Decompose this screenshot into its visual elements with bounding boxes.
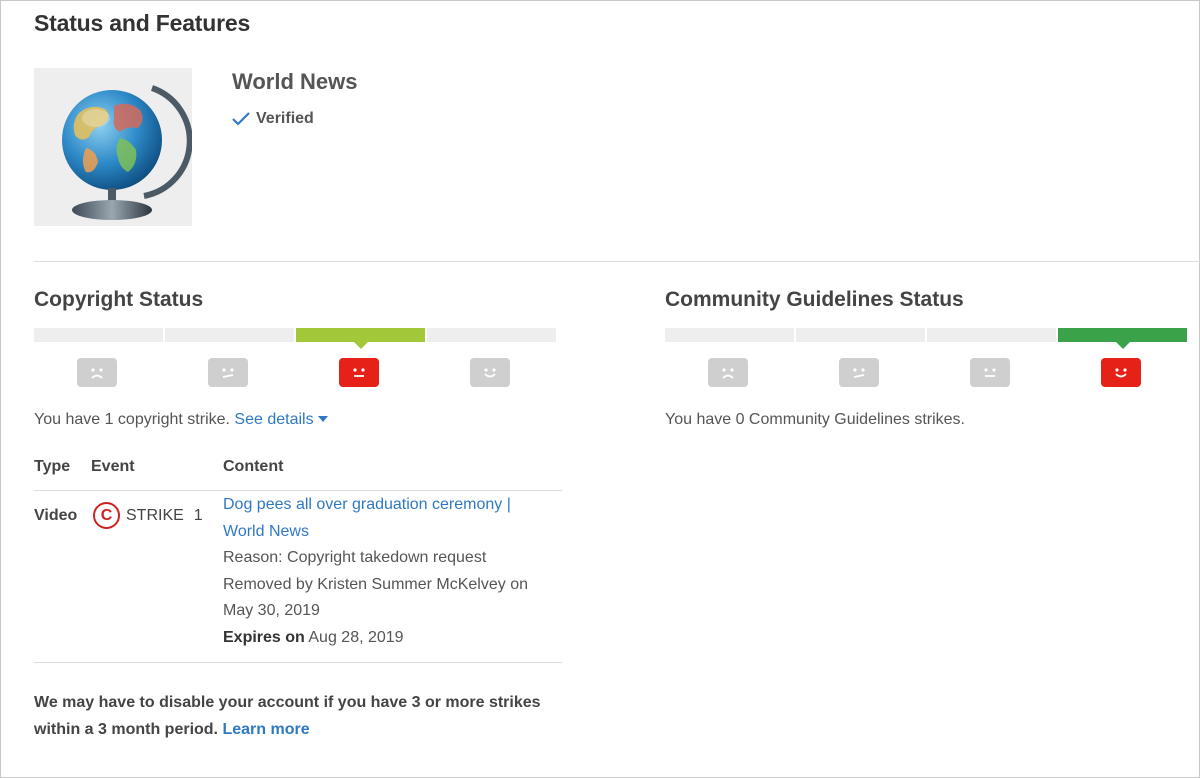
meter-segment-1 xyxy=(665,328,794,342)
happy-face-icon xyxy=(1100,358,1141,387)
meter-segment-2 xyxy=(165,328,294,342)
community-strike-summary: You have 0 Community Guidelines strikes. xyxy=(665,411,965,428)
sad-face-icon xyxy=(707,358,748,387)
neutral-face-icon xyxy=(969,358,1010,387)
strike-label: STRIKE xyxy=(126,506,184,524)
strike-policy-note: We may have to disable your account if y… xyxy=(34,690,574,743)
strike-content: Dog pees all over graduation ceremony | … xyxy=(223,492,553,651)
channel-thumbnail xyxy=(34,68,193,226)
meter-segment-3-active xyxy=(296,328,425,349)
community-guidelines-title: Community Guidelines Status xyxy=(665,288,964,311)
column-header-content: Content xyxy=(223,458,284,475)
video-title-link[interactable]: Dog pees all over graduation ceremony | … xyxy=(223,492,553,545)
meter-segment-3 xyxy=(927,328,1056,342)
table-header-divider xyxy=(34,490,562,491)
table-bottom-divider xyxy=(34,662,562,663)
unsure-face-icon xyxy=(838,358,879,387)
strike-reason: Reason: Copyright takedown request xyxy=(223,549,487,566)
sad-face-icon xyxy=(76,358,117,387)
verified-badge: Verified xyxy=(232,110,314,128)
column-header-event: Event xyxy=(91,458,135,475)
strike-number: 1 xyxy=(193,506,203,524)
expires-label: Expires on xyxy=(223,628,305,646)
meter-segment-1 xyxy=(34,328,163,342)
strike-removed-by: Removed by Kristen Summer McKelvey on Ma… xyxy=(223,575,528,620)
community-faces xyxy=(662,358,1186,387)
verified-label: Verified xyxy=(256,110,314,127)
strike-event: C STRIKE 1 xyxy=(93,502,203,529)
expires-date: Aug 28, 2019 xyxy=(308,628,404,646)
caret-down-icon xyxy=(317,415,328,422)
section-divider xyxy=(34,261,1200,262)
copyright-strike-summary: You have 1 copyright strike. See details xyxy=(34,411,328,429)
copyright-strike-meter xyxy=(34,328,556,349)
neutral-face-icon xyxy=(338,358,379,387)
meter-segment-4-active xyxy=(1058,328,1187,349)
copyright-icon: C xyxy=(93,502,120,529)
column-header-type: Type xyxy=(34,458,71,475)
see-details-label: See details xyxy=(234,411,314,428)
checkmark-icon xyxy=(232,112,250,126)
strike-expires: Expires on Aug 28, 2019 xyxy=(223,625,553,652)
page-title: Status and Features xyxy=(34,10,251,36)
learn-more-link[interactable]: Learn more xyxy=(222,721,309,738)
strike-type: Video xyxy=(34,507,78,524)
copyright-strike-count-text: You have 1 copyright strike. xyxy=(34,411,230,428)
meter-segment-4 xyxy=(427,328,556,342)
copyright-faces xyxy=(31,358,555,387)
community-strike-meter xyxy=(665,328,1187,349)
happy-face-icon xyxy=(469,358,510,387)
see-details-link[interactable]: See details xyxy=(234,411,328,428)
unsure-face-icon xyxy=(207,358,248,387)
globe-icon xyxy=(62,85,193,220)
meter-segment-2 xyxy=(796,328,925,342)
channel-name: World News xyxy=(232,69,358,94)
copyright-status-title: Copyright Status xyxy=(34,288,204,311)
